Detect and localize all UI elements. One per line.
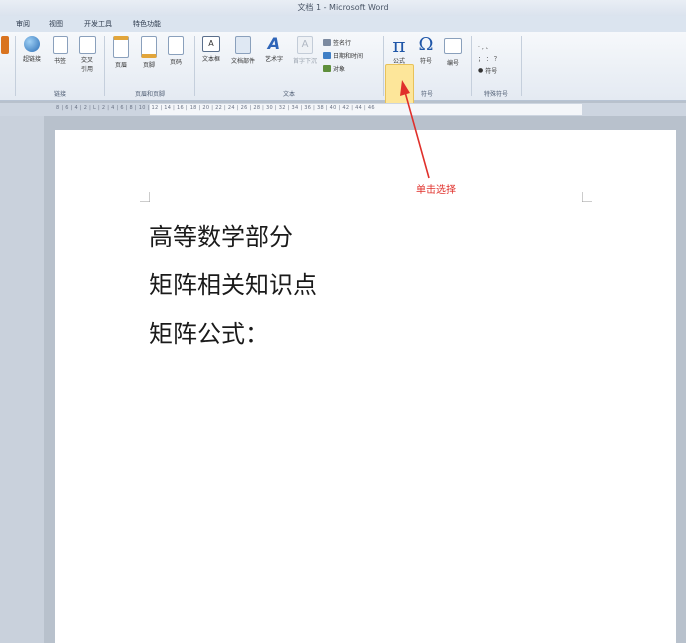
annotation-label: 单击选择 <box>416 185 456 196</box>
annotation-arrow <box>400 80 430 179</box>
